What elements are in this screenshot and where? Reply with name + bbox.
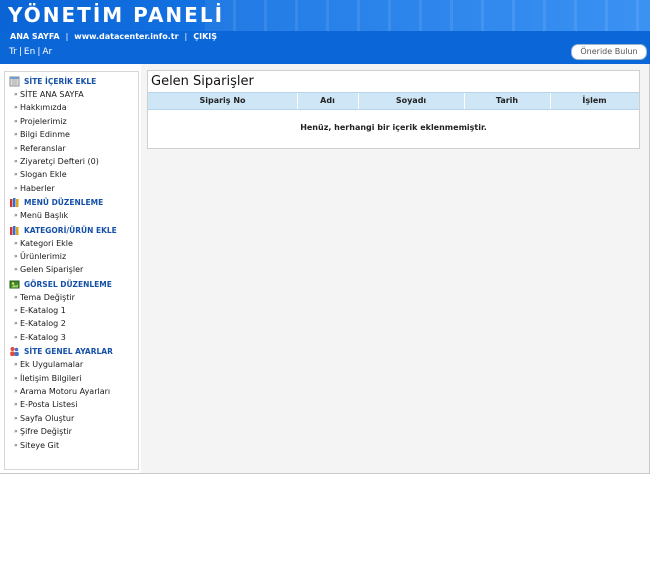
sidebar-item[interactable]: » Sayfa Oluştur xyxy=(5,413,138,426)
top-navigation: ANA SAYFA | www.datacenter.info.tr | ÇIKIŞ xyxy=(0,31,650,43)
orders-panel: Gelen Siparişler Sipariş No Adı Soyadı T… xyxy=(147,70,640,149)
sidebar-section-content: SİTE İÇERİK EKLE xyxy=(5,75,138,89)
empty-message: Henüz, herhangi bir içerik eklenmemiştir… xyxy=(300,123,487,132)
books-icon xyxy=(10,198,19,208)
sidebar-item[interactable]: » SİTE ANA SAYFA xyxy=(5,89,138,102)
sidebar-item[interactable]: » Şifre Değiştir xyxy=(5,426,138,439)
sidebar-section-category: KATEGORİ/ÜRÜN EKLE xyxy=(5,224,138,238)
sidebar-item[interactable]: » Ek Uygulamalar xyxy=(5,359,138,372)
logout-link[interactable]: ÇIKIŞ xyxy=(193,32,217,41)
panel-title: YÖNETİM PANELİ xyxy=(8,3,225,27)
column-header-order-no: Sipariş No xyxy=(148,93,298,109)
sidebar-item[interactable]: » Kategori Ekle xyxy=(5,238,138,251)
sidebar-item[interactable]: » Referanslar xyxy=(5,143,138,156)
users-icon xyxy=(10,347,19,357)
home-link[interactable]: ANA SAYFA xyxy=(10,32,60,41)
sidebar-section-settings: SİTE GENEL AYARLAR xyxy=(5,345,138,359)
sidebar-item[interactable]: » Hakkımızda xyxy=(5,102,138,115)
sidebar: SİTE İÇERİK EKLE » SİTE ANA SAYFA » Hakkım… xyxy=(4,71,139,470)
sidebar-item[interactable]: » Tema Değiştir xyxy=(5,292,138,305)
page-title: Gelen Siparişler xyxy=(151,74,254,89)
sidebar-item[interactable]: » E-Katalog 2 xyxy=(5,318,138,331)
table-header: Sipariş No Adı Soyadı Tarih İşlem xyxy=(148,92,639,110)
lang-tr-link[interactable]: Tr xyxy=(9,47,17,57)
sidebar-item[interactable]: » E-Posta Listesi xyxy=(5,399,138,412)
column-header-surname: Soyadı xyxy=(358,93,465,109)
sidebar-item[interactable]: » E-Katalog 3 xyxy=(5,332,138,345)
sidebar-item[interactable]: » E-Katalog 1 xyxy=(5,305,138,318)
sidebar-item[interactable]: » Arama Motoru Ayarları xyxy=(5,386,138,399)
sidebar-item[interactable]: » İletişim Bilgileri xyxy=(5,373,138,386)
sidebar-item[interactable]: » Slogan Ekle xyxy=(5,169,138,182)
header-banner: YÖNETİM PANELİ xyxy=(0,0,650,31)
sidebar-item[interactable]: » Projelerimiz xyxy=(5,116,138,129)
lang-ar-link[interactable]: Ar xyxy=(42,47,52,57)
sidebar-item[interactable]: » Gelen Siparişler xyxy=(5,264,138,277)
suggest-button[interactable]: Öneride Bulun xyxy=(571,44,647,60)
sidebar-item[interactable]: » Menü Başlık xyxy=(5,210,138,223)
sidebar-item[interactable]: » Siteye Git xyxy=(5,440,138,453)
column-header-name: Adı xyxy=(297,93,359,109)
column-header-action: İşlem xyxy=(582,96,607,105)
books-icon xyxy=(10,225,19,235)
sidebar-section-visual: GÖRSEL DÜZENLEME xyxy=(5,278,138,292)
sidebar-section-menu: MENÜ DÜZENLEME xyxy=(5,196,138,210)
column-header-date: Tarih xyxy=(464,93,551,109)
notepad-icon xyxy=(9,76,20,87)
language-bar: Tr | En | Ar xyxy=(0,43,650,64)
lang-en-link[interactable]: En xyxy=(24,47,35,57)
sidebar-item[interactable]: » Ürünlerimiz xyxy=(5,251,138,264)
sidebar-item[interactable]: » Ziyaretçi Defteri (0) xyxy=(5,156,138,169)
sidebar-item[interactable]: » Bilgi Edinme xyxy=(5,129,138,142)
site-link[interactable]: www.datacenter.info.tr xyxy=(74,32,178,41)
image-icon xyxy=(9,280,20,289)
sidebar-item[interactable]: » Haberler xyxy=(5,183,138,196)
